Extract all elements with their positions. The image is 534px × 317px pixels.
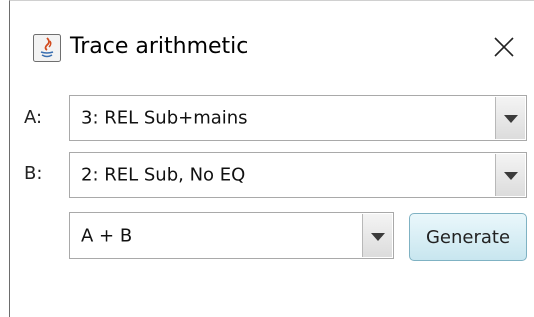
operand-a-select[interactable]: 3: REL Sub+mains [69,95,527,141]
operand-a-value: 3: REL Sub+mains [81,107,248,129]
operation-select[interactable]: A + B [69,212,394,259]
operand-b-label: B: [24,163,43,184]
java-icon [33,34,61,62]
close-icon[interactable] [488,31,520,63]
chevron-down-icon[interactable] [495,154,525,196]
trace-arithmetic-dialog: Trace arithmetic A: 3: REL Sub+mains B: … [9,0,534,317]
window-title: Trace arithmetic [70,34,249,59]
generate-button[interactable]: Generate [409,213,527,261]
title-bar[interactable]: Trace arithmetic [10,1,534,81]
chevron-down-icon[interactable] [495,97,525,139]
operand-b-select[interactable]: 2: REL Sub, No EQ [69,152,527,198]
operation-value: A + B [81,225,133,246]
operand-b-value: 2: REL Sub, No EQ [81,164,246,186]
operand-a-label: A: [24,107,43,128]
chevron-down-icon[interactable] [362,214,392,257]
